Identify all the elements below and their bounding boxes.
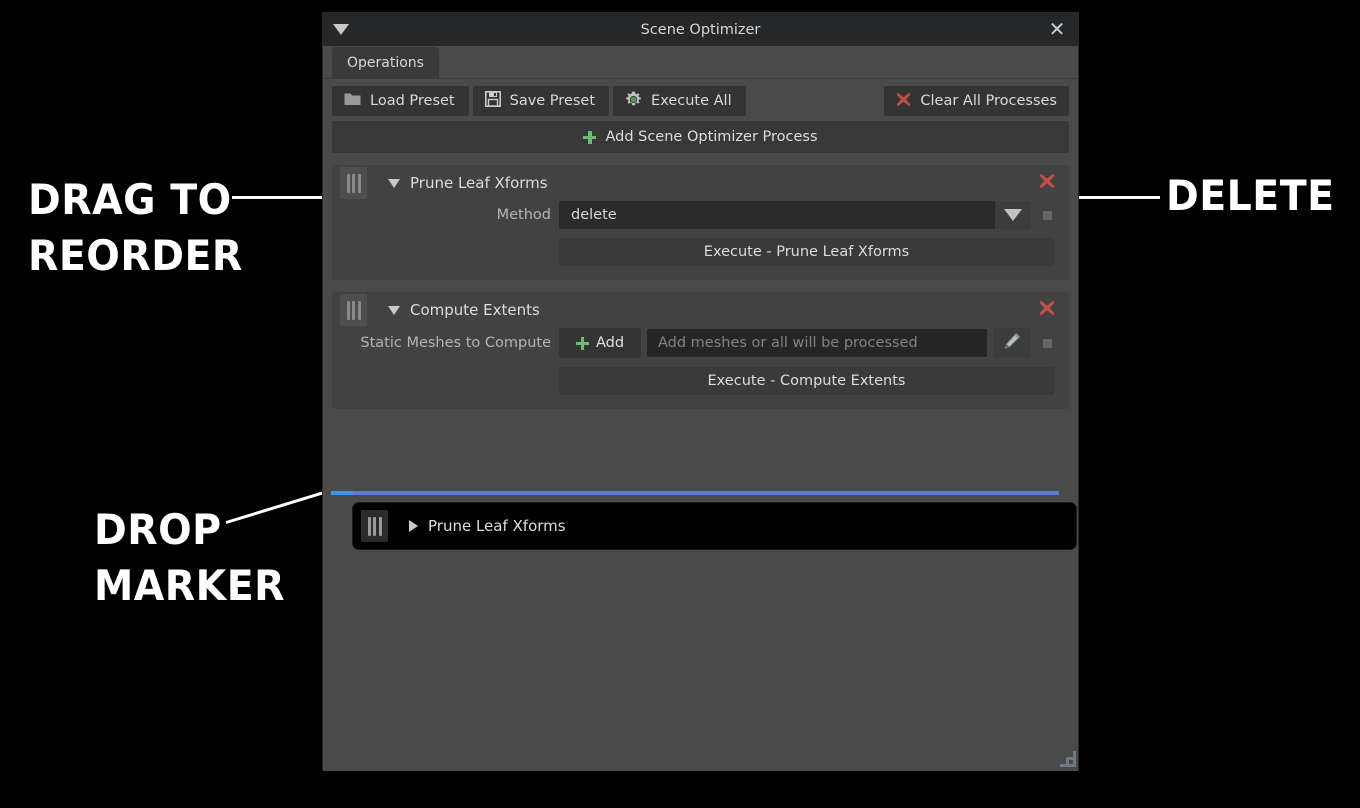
execute-prune-leaf-xforms-button[interactable]: Execute - Prune Leaf Xforms (559, 238, 1054, 266)
window-body: Load Preset Save Preset Execute All Clea… (323, 79, 1078, 771)
method-dropdown[interactable]: delete (559, 201, 1031, 229)
gear-icon (625, 91, 642, 112)
triangle-down-icon[interactable] (388, 178, 400, 188)
add-mesh-label: Add (595, 335, 625, 351)
tab-strip: Operations (323, 46, 1078, 79)
delete-process-button[interactable] (1035, 171, 1059, 195)
plus-icon (575, 336, 589, 350)
drag-handle-icon[interactable] (340, 167, 367, 199)
process-title: Compute Extents (410, 301, 540, 319)
method-dropdown-value: delete (571, 207, 617, 223)
red-x-icon (1039, 300, 1055, 320)
process-card-body: Method delete Execute - Prune Leaf Xform… (332, 201, 1069, 280)
process-card-header: Prune Leaf Xforms (332, 165, 1069, 201)
execute-compute-extents-button[interactable]: Execute - Compute Extents (559, 367, 1054, 395)
drop-marker (331, 491, 1059, 495)
static-meshes-input[interactable]: Add meshes or all will be processed (647, 329, 987, 357)
static-meshes-placeholder: Add meshes or all will be processed (658, 335, 918, 351)
window-titlebar[interactable]: Scene Optimizer ✕ (323, 13, 1078, 46)
save-preset-button[interactable]: Save Preset (472, 86, 610, 116)
add-mesh-button[interactable]: Add (559, 328, 641, 358)
window-title: Scene Optimizer (640, 21, 761, 38)
floppy-disk-icon (484, 91, 501, 111)
annotation-drag-to-reorder-line1: DRAG TO (28, 175, 232, 224)
process-title: Prune Leaf Xforms (410, 174, 548, 192)
screenshot-root: DRAG TO REORDER DELETE DROP MARKER Scene… (0, 0, 1360, 808)
red-x-icon (1039, 173, 1055, 193)
drop-marker-nub (331, 491, 353, 495)
save-preset-label: Save Preset (509, 93, 596, 109)
drag-handle-icon[interactable] (361, 510, 388, 542)
scene-optimizer-window: Scene Optimizer ✕ Operations Load Preset (322, 12, 1079, 771)
field-row-static-meshes: Static Meshes to Compute Add Add meshes … (356, 328, 1054, 358)
dragged-process-title: Prune Leaf Xforms (428, 517, 566, 535)
add-scene-optimizer-process-button[interactable]: Add Scene Optimizer Process (332, 121, 1069, 153)
chevron-down-icon[interactable] (995, 201, 1031, 229)
folder-icon (344, 92, 361, 110)
execute-all-label: Execute All (651, 93, 732, 109)
add-scene-optimizer-process-label: Add Scene Optimizer Process (605, 129, 818, 145)
resize-grip[interactable] (1058, 749, 1076, 767)
tab-operations[interactable]: Operations (332, 47, 439, 79)
tab-operations-label: Operations (347, 55, 424, 71)
toolbar: Load Preset Save Preset Execute All Clea… (332, 86, 1069, 116)
delete-process-button[interactable] (1035, 298, 1059, 322)
process-card-prune-leaf-xforms: Prune Leaf Xforms Method delete Execute … (332, 165, 1069, 280)
drag-handle-icon[interactable] (340, 294, 367, 326)
annotation-drag-to-reorder-line2: REORDER (28, 231, 243, 280)
triangle-down-icon[interactable] (333, 24, 349, 35)
clear-all-processes-button[interactable]: Clear All Processes (884, 86, 1069, 116)
annotation-drop-marker-line1: DROP (94, 505, 222, 554)
edit-meshes-button[interactable] (993, 328, 1031, 358)
field-row-method: Method delete (356, 201, 1054, 229)
close-icon[interactable]: ✕ (1046, 19, 1068, 41)
process-card-body: Static Meshes to Compute Add Add meshes … (332, 328, 1069, 409)
clear-all-processes-label: Clear All Processes (920, 93, 1057, 109)
execute-all-button[interactable]: Execute All (613, 86, 746, 116)
load-preset-label: Load Preset (370, 93, 455, 109)
load-preset-button[interactable]: Load Preset (332, 86, 469, 116)
annotation-drop-marker-line2: MARKER (94, 561, 286, 610)
triangle-right-icon[interactable] (409, 520, 418, 532)
process-card-compute-extents: Compute Extents Static Meshes to Compute (332, 292, 1069, 409)
process-card-header: Compute Extents (332, 292, 1069, 328)
execute-button-label: Execute - Prune Leaf Xforms (703, 244, 910, 260)
red-x-icon (896, 92, 911, 111)
reset-square-icon[interactable] (1043, 338, 1052, 348)
execute-button-label: Execute - Compute Extents (707, 373, 906, 389)
pencil-icon (1003, 332, 1021, 354)
field-label-method: Method (496, 207, 551, 223)
reset-square-icon[interactable] (1043, 210, 1052, 220)
triangle-down-icon[interactable] (388, 305, 400, 315)
plus-icon (583, 130, 597, 144)
annotation-delete-line1: DELETE (1166, 171, 1335, 220)
field-label-static-meshes: Static Meshes to Compute (360, 335, 551, 351)
dragged-process-ghost[interactable]: Prune Leaf Xforms (353, 503, 1076, 549)
